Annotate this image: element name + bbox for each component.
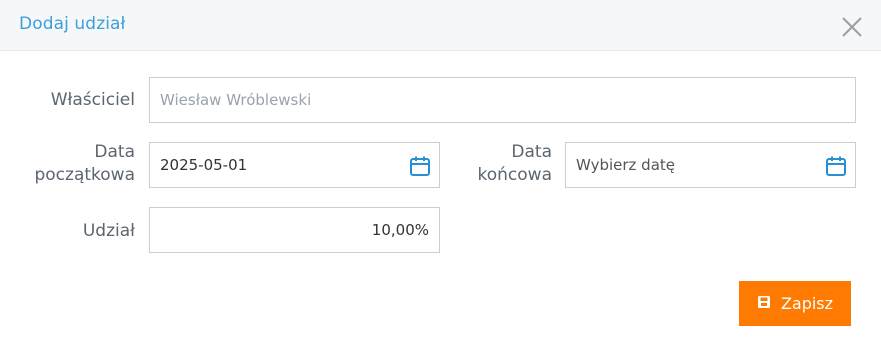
- start-date-field[interactable]: 2025-05-01: [149, 142, 440, 188]
- dialog-title: Dodaj udział: [19, 14, 126, 34]
- share-value: 10,00%: [371, 221, 429, 239]
- close-icon[interactable]: [841, 16, 863, 38]
- owner-value: Wiesław Wróblewski: [160, 91, 312, 109]
- end-date-label: Data końcowa: [440, 141, 552, 187]
- owner-field[interactable]: Wiesław Wróblewski: [149, 77, 856, 123]
- save-button-label: Zapisz: [780, 294, 834, 313]
- share-label: Udział: [82, 221, 135, 241]
- share-field[interactable]: 10,00%: [149, 207, 440, 253]
- dialog-header: Dodaj udział: [0, 0, 881, 51]
- calendar-icon[interactable]: [825, 155, 847, 177]
- start-date-label-line1: Data: [94, 142, 135, 162]
- end-date-label-line2: końcowa: [477, 165, 552, 185]
- save-button[interactable]: Zapisz: [739, 281, 851, 326]
- end-date-label-line1: Data: [511, 142, 552, 162]
- calendar-icon[interactable]: [409, 155, 431, 177]
- start-date-label: Data początkowa: [20, 141, 135, 187]
- save-icon: [757, 294, 771, 313]
- start-date-value: 2025-05-01: [160, 156, 248, 174]
- end-date-placeholder: Wybierz datę: [576, 156, 675, 174]
- owner-label: Właściciel: [50, 90, 135, 110]
- add-share-dialog: Dodaj udział Właściciel Wiesław Wróblews…: [0, 0, 881, 347]
- start-date-label-line2: początkowa: [34, 165, 135, 185]
- end-date-field[interactable]: Wybierz datę: [565, 142, 856, 188]
